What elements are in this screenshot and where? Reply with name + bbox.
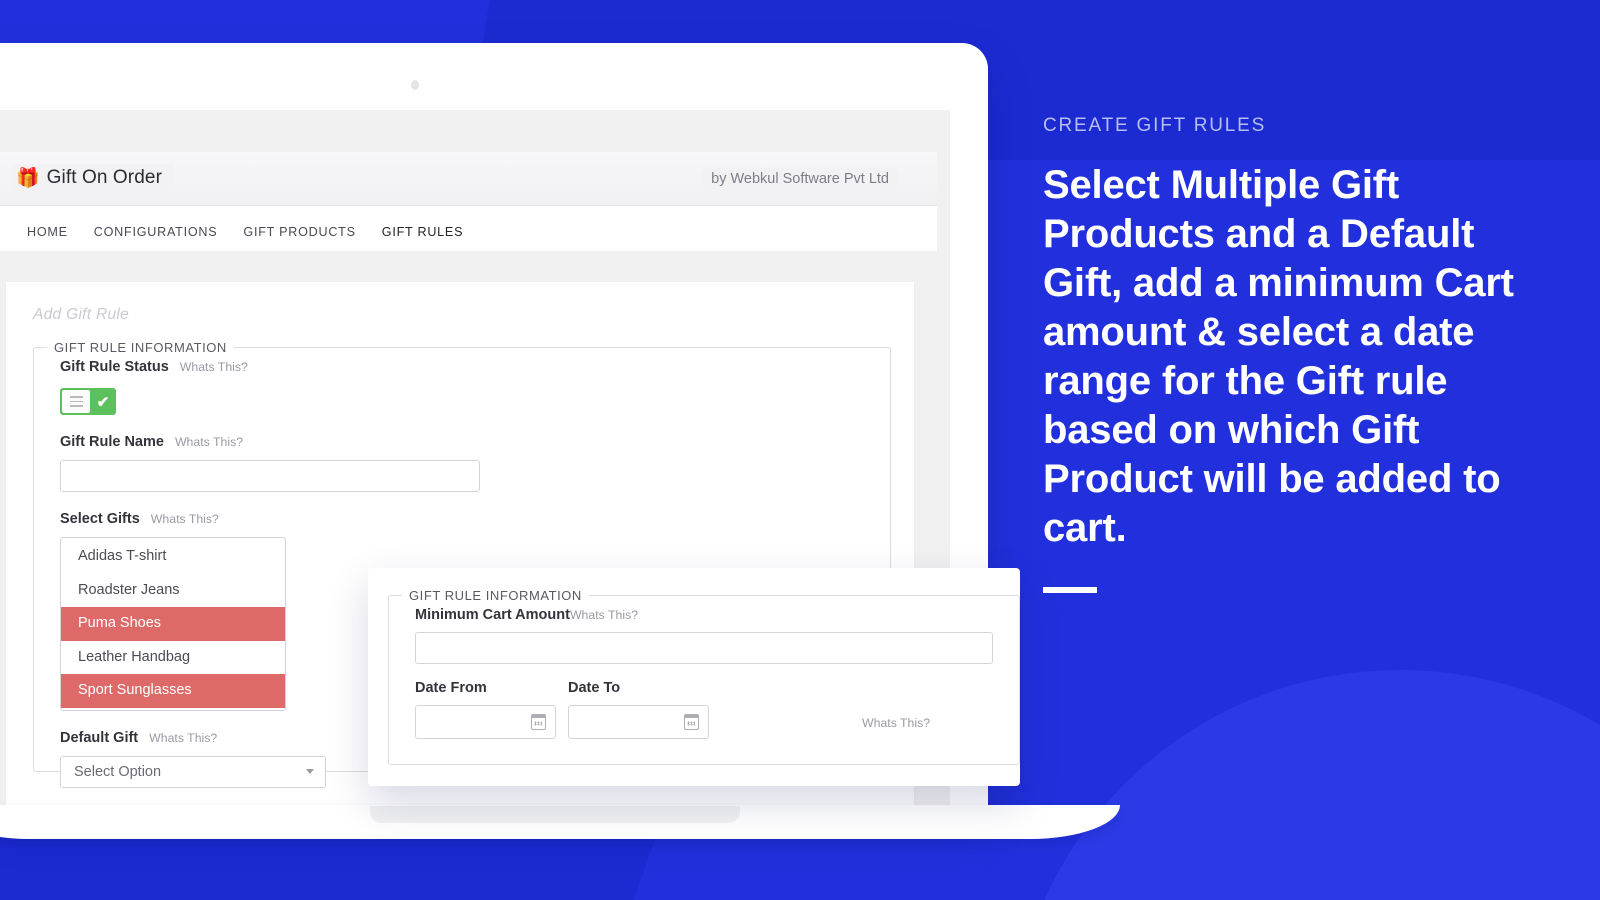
date-range-row: Date From Date To Whats This?: [415, 680, 993, 739]
main-navigation: HOME CONFIGURATIONS GIFT PRODUCTS GIFT R…: [0, 206, 937, 253]
default-gift-select[interactable]: Select Option: [60, 755, 326, 788]
list-item[interactable]: Roadster Jeans: [61, 574, 285, 608]
gift-box-icon: 🎁: [16, 167, 40, 189]
app-brand[interactable]: 🎁 Gift On Order: [12, 164, 174, 192]
date-to-group: Date To: [568, 680, 709, 739]
select-gifts-label: Select Gifts: [60, 511, 140, 527]
gift-rule-information-fieldset-2: GIFT RULE INFORMATION Minimum Cart Amoun…: [388, 588, 1020, 765]
nav-item-home[interactable]: HOME: [14, 206, 81, 253]
date-from-group: Date From: [415, 680, 556, 739]
check-icon: ✔: [96, 393, 110, 411]
nav-item-configurations[interactable]: CONFIGURATIONS: [81, 206, 231, 253]
select-gifts-label-row: Select Gifts Whats This?: [60, 511, 864, 527]
promo-panel: CREATE GIFT RULES Select Multiple Gift P…: [1043, 115, 1543, 593]
date-from-label: Date From: [415, 680, 487, 696]
chevron-down-icon: [306, 769, 314, 774]
calendar-icon[interactable]: [531, 714, 546, 730]
gift-rule-name-input[interactable]: [60, 460, 480, 492]
list-item[interactable]: Adidas T-shirt: [61, 540, 285, 574]
gift-rule-status-label-row: Gift Rule Status Whats This?: [60, 359, 864, 375]
app-topbar: 🎁 Gift On Order by Webkul Software Pvt L…: [0, 152, 937, 206]
whats-this-date-link[interactable]: Whats This?: [862, 716, 930, 739]
list-item[interactable]: Leather Handbag: [61, 641, 285, 675]
promo-divider: [1043, 587, 1097, 593]
vendor-credit: by Webkul Software Pvt Ltd: [703, 168, 897, 190]
whats-this-default-gift-link[interactable]: Whats This?: [149, 731, 217, 745]
whats-this-rule-name-link[interactable]: Whats This?: [175, 435, 243, 449]
calendar-icon[interactable]: [684, 714, 699, 730]
date-from-input[interactable]: [415, 705, 556, 739]
minimum-cart-amount-input[interactable]: [415, 632, 993, 664]
fieldset-legend: GIFT RULE INFORMATION: [54, 340, 227, 355]
gift-rule-status-label: Gift Rule Status: [60, 359, 169, 375]
default-gift-selected-value: Select Option: [74, 763, 162, 780]
toggle-handle-icon: [62, 390, 90, 413]
date-to-input[interactable]: [568, 705, 709, 739]
default-gift-label: Default Gift: [60, 729, 139, 746]
list-item[interactable]: Puma Shoes: [61, 607, 285, 641]
select-gifts-listbox[interactable]: Adidas T-shirt Roadster Jeans Puma Shoes…: [60, 537, 286, 711]
whats-this-status-link[interactable]: Whats This?: [180, 360, 248, 374]
fieldset-legend-2: GIFT RULE INFORMATION: [409, 588, 582, 603]
whats-this-min-cart-link[interactable]: Whats This?: [570, 608, 638, 622]
laptop-camera-icon: [411, 80, 419, 90]
app-title: Gift On Order: [46, 167, 162, 188]
minimum-cart-amount-label: Minimum Cart Amount: [415, 607, 570, 623]
page-title: Add Gift Rule: [33, 306, 130, 323]
whats-this-select-gifts-link[interactable]: Whats This?: [151, 512, 219, 526]
promo-eyebrow: CREATE GIFT RULES: [1043, 115, 1267, 136]
nav-item-gift-rules[interactable]: GIFT RULES: [368, 206, 477, 253]
nav-item-gift-products[interactable]: GIFT PRODUCTS: [230, 206, 368, 253]
minimum-cart-amount-label-row: Minimum Cart Amount Whats This?: [415, 607, 993, 623]
gift-rule-name-label-row: Gift Rule Name Whats This?: [60, 434, 864, 450]
gift-rule-status-toggle[interactable]: ✔: [60, 388, 116, 415]
gift-rule-details-floating-card: GIFT RULE INFORMATION Minimum Cart Amoun…: [368, 568, 1020, 786]
background-shape-circle: [1010, 670, 1600, 900]
date-to-label: Date To: [568, 680, 621, 696]
promo-headline: Select Multiple Gift Products and a Defa…: [1043, 163, 1514, 550]
gift-rule-name-label: Gift Rule Name: [60, 434, 164, 450]
laptop-trackpad-notch: [370, 806, 740, 823]
list-item[interactable]: Sport Sunglasses: [61, 674, 285, 708]
